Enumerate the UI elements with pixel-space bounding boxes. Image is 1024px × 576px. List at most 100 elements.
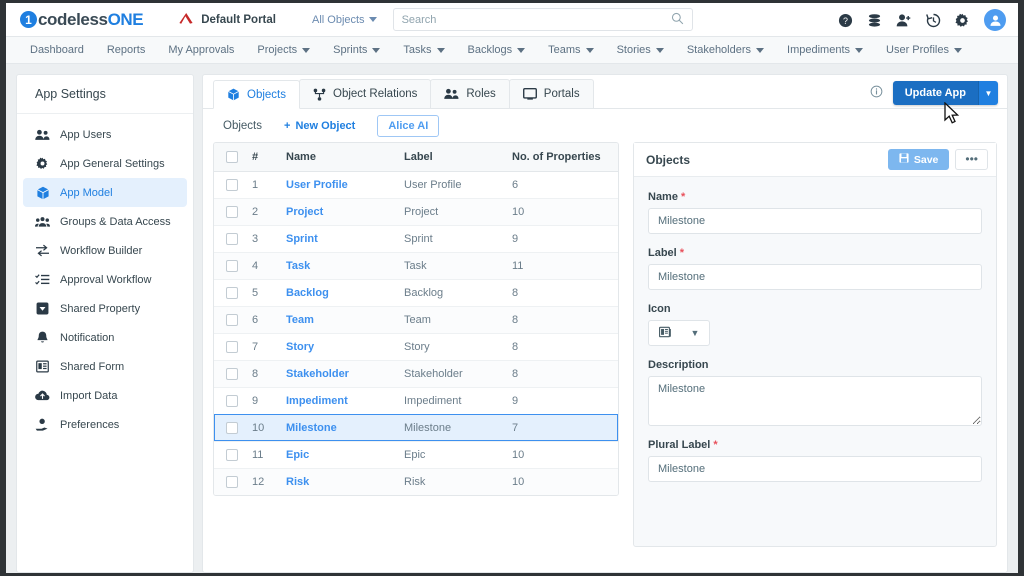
- column-header-name[interactable]: Name: [282, 143, 400, 172]
- row-checkbox[interactable]: [226, 178, 238, 191]
- table-row[interactable]: 9 Impediment Impediment 9: [214, 387, 618, 415]
- nav-item-tasks[interactable]: Tasks: [403, 44, 445, 56]
- table-row[interactable]: 7 Story Story 8: [214, 333, 618, 361]
- chevron-down-icon[interactable]: ▼: [978, 81, 998, 105]
- nav-item-backlogs[interactable]: Backlogs: [468, 44, 526, 56]
- row-checkbox[interactable]: [226, 259, 238, 272]
- new-object-button[interactable]: + New Object: [284, 120, 355, 132]
- row-name-link[interactable]: Stakeholder: [286, 368, 349, 380]
- row-name-link[interactable]: Task: [286, 260, 310, 272]
- description-field[interactable]: [648, 376, 982, 426]
- row-checkbox[interactable]: [226, 205, 238, 218]
- nav-item-my-approvals[interactable]: My Approvals: [168, 44, 234, 56]
- sidebar-item-app-general-settings[interactable]: App General Settings: [23, 149, 187, 178]
- nav-item-impediments[interactable]: Impediments: [787, 44, 864, 56]
- row-checkbox[interactable]: [226, 421, 238, 434]
- column-header-properties[interactable]: No. of Properties: [508, 143, 618, 172]
- gear-icon[interactable]: [955, 13, 970, 28]
- column-header-number[interactable]: #: [248, 143, 282, 172]
- tab-objects[interactable]: Objects: [213, 80, 300, 109]
- nav-item-teams[interactable]: Teams: [548, 44, 594, 56]
- sidebar-item-notification[interactable]: Notification: [23, 323, 187, 352]
- info-icon[interactable]: [870, 85, 883, 101]
- name-field-label: Name *: [648, 191, 982, 203]
- row-checkbox[interactable]: [226, 394, 238, 407]
- plural-label-field[interactable]: [648, 456, 982, 482]
- nav-item-projects[interactable]: Projects: [257, 44, 311, 56]
- row-name-link[interactable]: Project: [286, 206, 323, 218]
- update-app-button[interactable]: Update App ▼: [892, 81, 998, 105]
- row-checkbox[interactable]: [226, 232, 238, 245]
- nav-item-stakeholders[interactable]: Stakeholders: [687, 44, 765, 56]
- sidebar-item-shared-form[interactable]: Shared Form: [23, 352, 187, 381]
- sidebar-item-workflow-builder[interactable]: Workflow Builder: [23, 236, 187, 265]
- row-name-link[interactable]: Impediment: [286, 395, 348, 407]
- row-checkbox[interactable]: [226, 448, 238, 461]
- row-checkbox[interactable]: [226, 286, 238, 299]
- select-all-header: [214, 143, 248, 172]
- tab-portals[interactable]: Portals: [508, 79, 594, 108]
- scope-selector[interactable]: All Objects: [312, 14, 377, 26]
- row-name-link[interactable]: Sprint: [286, 233, 318, 245]
- row-name-link[interactable]: User Profile: [286, 179, 348, 191]
- sidebar-item-groups-data-access[interactable]: Groups & Data Access: [23, 207, 187, 236]
- sidebar-item-preferences[interactable]: Preferences: [23, 410, 187, 439]
- nav-item-user-profiles[interactable]: User Profiles: [886, 44, 962, 56]
- nav-item-sprints[interactable]: Sprints: [333, 44, 381, 56]
- database-icon[interactable]: [867, 13, 882, 28]
- table-row-selected[interactable]: 10 Milestone Milestone 7: [214, 414, 618, 442]
- row-properties: 8: [508, 333, 618, 361]
- table-row[interactable]: 4 Task Task 11: [214, 252, 618, 280]
- sidebar-item-app-model[interactable]: App Model: [23, 178, 187, 207]
- search-box[interactable]: [392, 8, 693, 31]
- row-properties: 7: [508, 414, 618, 442]
- add-user-icon[interactable]: [896, 13, 912, 28]
- table-row[interactable]: 12 Risk Risk 10: [214, 468, 618, 495]
- table-row[interactable]: 8 Stakeholder Stakeholder 8: [214, 360, 618, 388]
- help-circle-icon[interactable]: ?: [838, 13, 853, 28]
- avatar[interactable]: [984, 9, 1006, 31]
- table-row[interactable]: 5 Backlog Backlog 8: [214, 279, 618, 307]
- top-icon-group: ?: [838, 3, 1006, 37]
- table-row[interactable]: 1 User Profile User Profile 6: [214, 171, 618, 199]
- label-field[interactable]: [648, 264, 982, 290]
- row-checkbox[interactable]: [226, 340, 238, 353]
- alice-ai-button[interactable]: Alice AI: [377, 114, 440, 137]
- row-name-link[interactable]: Milestone: [286, 422, 337, 434]
- bell-icon: [35, 331, 50, 345]
- panel-more-button[interactable]: •••: [955, 148, 988, 171]
- nav-item-stories[interactable]: Stories: [617, 44, 664, 56]
- column-header-label[interactable]: Label: [400, 143, 508, 172]
- save-button[interactable]: Save: [887, 149, 950, 170]
- search-icon[interactable]: [671, 12, 684, 28]
- app-logo[interactable]: 1 codelessONE: [20, 10, 144, 30]
- name-field[interactable]: [648, 208, 982, 234]
- table-row[interactable]: 2 Project Project 10: [214, 198, 618, 226]
- sidebar-item-approval-workflow[interactable]: Approval Workflow: [23, 265, 187, 294]
- history-icon[interactable]: [926, 13, 941, 28]
- select-all-checkbox[interactable]: [226, 150, 238, 163]
- row-name-link[interactable]: Backlog: [286, 287, 329, 299]
- table-row[interactable]: 6 Team Team 8: [214, 306, 618, 334]
- row-name-link[interactable]: Risk: [286, 476, 309, 488]
- tab-roles[interactable]: Roles: [430, 79, 510, 108]
- portal-selector[interactable]: Default Portal: [179, 12, 276, 27]
- nav-item-dashboard[interactable]: Dashboard: [30, 44, 84, 56]
- search-input[interactable]: [401, 13, 671, 26]
- table-row[interactable]: 11 Epic Epic 10: [214, 441, 618, 469]
- row-name-link[interactable]: Team: [286, 314, 314, 326]
- sidebar-item-shared-property[interactable]: Shared Property: [23, 294, 187, 323]
- sidebar-item-app-users[interactable]: App Users: [23, 120, 187, 149]
- nav-item-reports[interactable]: Reports: [107, 44, 146, 56]
- row-name-link[interactable]: Epic: [286, 449, 309, 461]
- row-number: 12: [248, 468, 282, 495]
- icon-select-dropdown[interactable]: ▼: [648, 320, 710, 346]
- row-checkbox[interactable]: [226, 367, 238, 380]
- row-name-link[interactable]: Story: [286, 341, 314, 353]
- update-app-label[interactable]: Update App: [892, 81, 978, 105]
- row-checkbox[interactable]: [226, 313, 238, 326]
- sidebar-item-import-data[interactable]: Import Data: [23, 381, 187, 410]
- tab-object-relations[interactable]: Object Relations: [299, 79, 432, 108]
- row-checkbox[interactable]: [226, 475, 238, 488]
- table-row[interactable]: 3 Sprint Sprint 9: [214, 225, 618, 253]
